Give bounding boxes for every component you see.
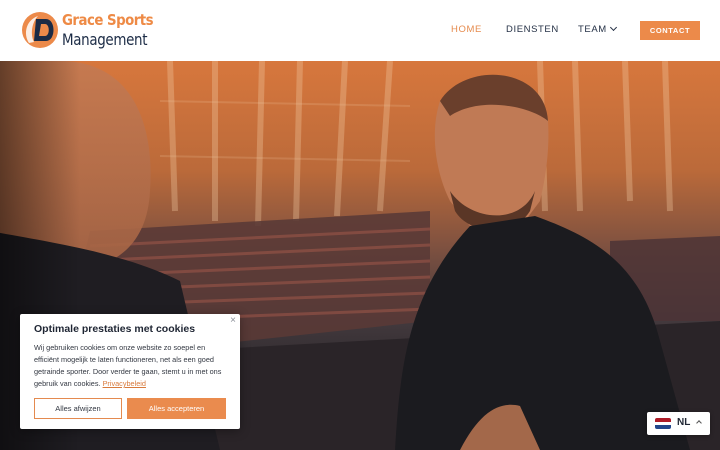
cookie-consent-banner: × Optimale prestaties met cookies Wij ge… [20,314,240,429]
site-header: Grace Sports Management HOME DIENSTEN TE… [0,0,720,61]
main-nav: HOME DIENSTEN TEAM [0,23,720,38]
nav-team-label: TEAM [578,24,607,35]
nav-diensten-link[interactable]: DIENSTEN [506,24,559,35]
chevron-up-icon [696,420,702,426]
nav-home-link[interactable]: HOME [451,24,482,35]
language-switcher[interactable]: NL [647,412,710,435]
accept-all-button[interactable]: Alles accepteren [127,398,226,419]
cookie-title: Optimale prestaties met cookies [34,323,196,335]
privacy-policy-link[interactable]: Privacybeleid [103,379,146,388]
nav-team-link[interactable]: TEAM [578,23,617,35]
chevron-down-icon [609,23,617,32]
language-code: NL [677,417,691,428]
decline-all-button[interactable]: Alles afwijzen [34,398,122,419]
close-icon[interactable]: × [230,315,236,326]
contact-button[interactable]: CONTACT [640,21,700,40]
cookie-text: Wij gebruiken cookies om onze website zo… [34,342,230,390]
netherlands-flag-icon [655,418,671,429]
